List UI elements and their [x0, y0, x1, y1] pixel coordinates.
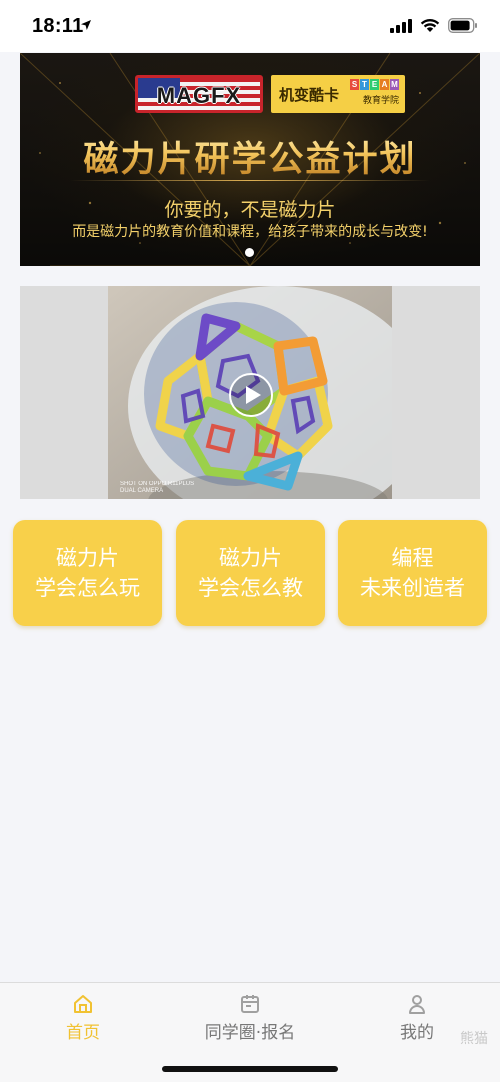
app-screen: 18:11 MAGFX 机变酷卡 S T E A M 教育学院 磁力片研学公益计… [0, 0, 500, 1082]
steam-letter: E [370, 79, 379, 90]
card-programming[interactable]: 编程 未来创造者 [338, 520, 487, 626]
tab-label: 同学圈·报名 [204, 1023, 296, 1043]
card-play-tiles[interactable]: 磁力片 学会怎么玩 [13, 520, 162, 626]
card-subtitle: 学会怎么玩 [35, 576, 140, 600]
steam-letter: M [390, 79, 399, 90]
card-subtitle: 学会怎么教 [198, 576, 303, 600]
signup-card-icon [241, 995, 259, 1013]
home-indicator[interactable] [162, 1066, 338, 1072]
logo-text: MAGFX [156, 83, 242, 108]
video-watermark: SHOT ON OPPO R11PLUS DUAL CAMERA [120, 481, 194, 495]
banner-divider [70, 180, 430, 181]
card-subtitle: 未来创造者 [360, 576, 465, 600]
status-bar: 18:11 [0, 0, 500, 52]
home-icon [74, 995, 92, 1013]
steam-letter: T [360, 79, 369, 90]
card-title: 编程 [391, 546, 434, 570]
tab-home[interactable]: 首页 [13, 993, 153, 1053]
watermark-line: SHOT ON OPPO R11PLUS [120, 481, 195, 487]
brand-badge: 机变酷卡 S T E A M 教育学院 [271, 75, 405, 113]
carousel-dot[interactable] [245, 248, 254, 257]
battery-icon [448, 18, 477, 33]
status-icons [390, 18, 478, 33]
card-title: 磁力片 [56, 546, 119, 570]
status-time: 18:11 [32, 15, 84, 37]
steam-tag: S T E A M [350, 79, 399, 90]
promo-banner[interactable]: MAGFX 机变酷卡 S T E A M 教育学院 磁力片研学公益计划 你要的，… [20, 53, 480, 266]
cellular-signal-icon [390, 18, 412, 33]
banner-subtitle: 你要的，不是磁力片 [164, 199, 336, 221]
banner-title: 磁力片研学公益计划 [20, 131, 480, 182]
location-arrow-icon [81, 20, 91, 30]
steam-subtitle: 教育学院 [362, 96, 399, 106]
feature-cards: 磁力片 学会怎么玩 磁力片 学会怎么教 编程 未来创造者 [13, 520, 487, 626]
steam-letter: A [380, 79, 389, 90]
watermark-line: DUAL CAMERA [120, 488, 164, 494]
play-icon[interactable] [229, 373, 273, 417]
video-player[interactable]: SHOT ON OPPO R11PLUS DUAL CAMERA [20, 286, 480, 499]
tab-classmates-signup[interactable]: 同学圈·报名 [180, 993, 320, 1053]
magfx-logo: MAGFX [135, 75, 263, 113]
steam-letter: S [350, 79, 359, 90]
tab-label: 首页 [66, 1023, 100, 1043]
card-teach-tiles[interactable]: 磁力片 学会怎么教 [176, 520, 325, 626]
card-title: 磁力片 [219, 546, 282, 570]
brand-name: 机变酷卡 [279, 86, 340, 104]
wifi-icon [420, 18, 440, 32]
corner-watermark: 熊猫 [460, 1031, 488, 1047]
banner-description: 而是磁力片的教育价值和课程，给孩子带来的成长与改变! [72, 224, 428, 240]
person-icon [409, 995, 425, 1014]
